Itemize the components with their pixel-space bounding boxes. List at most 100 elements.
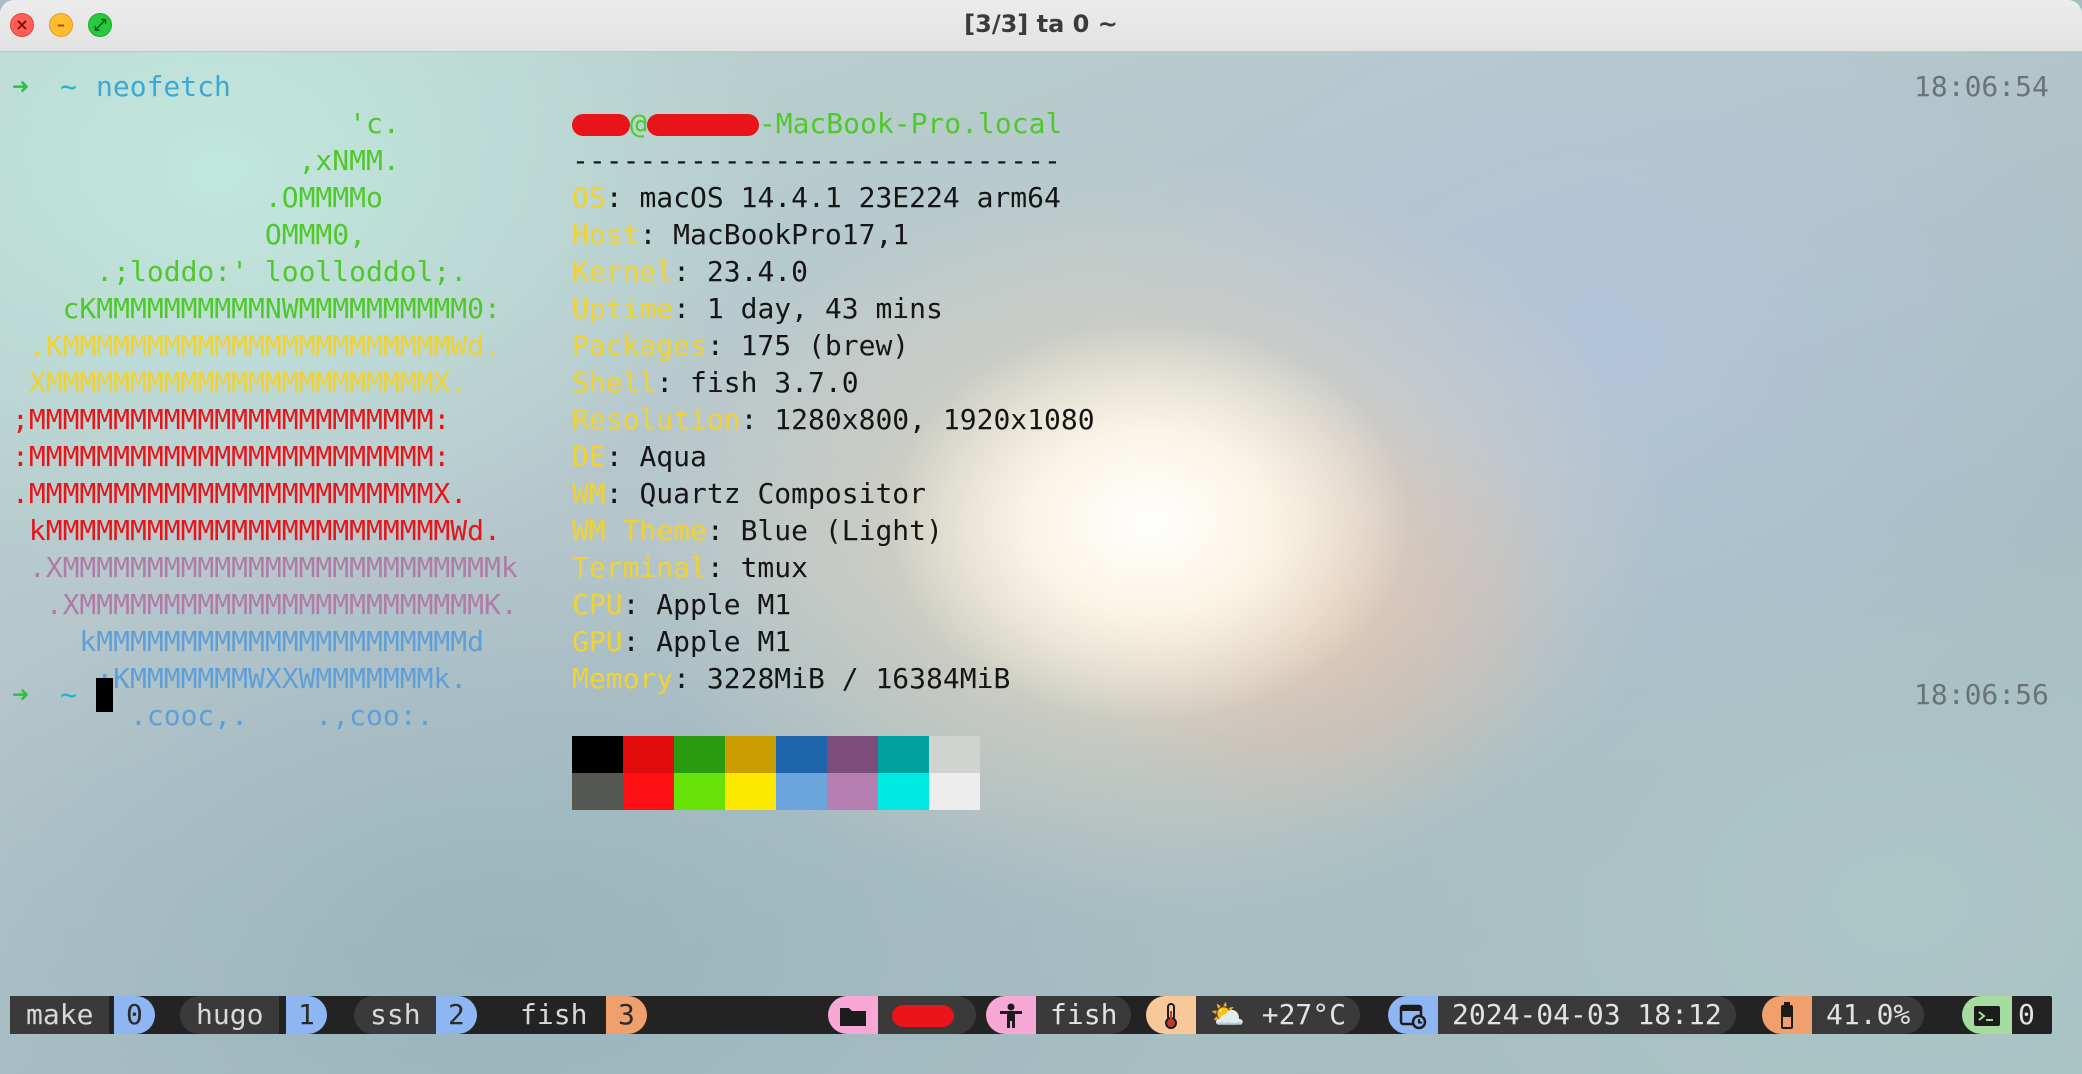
tmux-status-bar: make 0 hugo 1 ssh 2 fish 3 fish ⛅ +27°C — [10, 996, 2052, 1034]
text-cursor[interactable] — [96, 678, 113, 712]
ascii-art-line: .XMMMMMMMMMMMMMMMMMMMMMMMMMMk — [12, 551, 518, 584]
folder-icon — [828, 996, 878, 1034]
info-key: Packages — [572, 329, 707, 362]
battery-icon — [1762, 996, 1812, 1034]
info-value: fish 3.7.0 — [690, 366, 859, 399]
color-swatch — [929, 736, 980, 773]
color-swatch — [623, 773, 674, 810]
info-value: MacBookPro17,1 — [673, 218, 910, 251]
info-key: WM Theme — [572, 514, 707, 547]
info-line: Terminal: tmux — [572, 551, 809, 584]
info-value: Blue (Light) — [740, 514, 943, 547]
current-process: fish — [1036, 996, 1132, 1034]
ascii-art-line: ;MMMMMMMMMMMMMMMMMMMMMMMM: — [12, 403, 451, 436]
info-value: 1280x800, 1920x1080 — [774, 403, 1095, 436]
info-key: Memory — [572, 662, 674, 695]
ascii-art-line: :MMMMMMMMMMMMMMMMMMMMMMMM: — [12, 440, 451, 473]
prompt-time: 18:06:56 — [1914, 678, 2049, 711]
info-value: tmux — [740, 551, 809, 584]
ascii-art-line: ,xNMM. — [12, 144, 400, 177]
ascii-art-line: .XMMMMMMMMMMMMMMMMMMMMMMMMK. — [12, 588, 518, 621]
info-value: 175 (brew) — [740, 329, 910, 362]
palette-bright-row — [572, 773, 980, 810]
info-value: Quartz Compositor — [639, 477, 927, 510]
calendar-clock-icon — [1388, 996, 1438, 1034]
color-palette — [572, 736, 980, 810]
info-line: WM Theme: Blue (Light) — [572, 514, 943, 547]
info-value: 1 day, 43 mins — [706, 292, 943, 325]
prompt-arrow: ➜ — [12, 678, 29, 711]
info-line: DE: Aqua — [572, 440, 707, 473]
palette-normal-row — [572, 736, 980, 773]
info-line: Kernel: 23.4.0 — [572, 255, 809, 288]
info-key: Uptime — [572, 292, 674, 325]
color-swatch — [572, 773, 623, 810]
prompt-arrow: ➜ — [12, 70, 29, 103]
info-line: OS: macOS 14.4.1 23E224 arm64 — [572, 181, 1061, 214]
terminal-content[interactable]: ➜ ~ neofetch 18:06:54 'c. ,xNMM. .OMMMMo… — [0, 52, 2082, 1074]
info-line: Memory: 3228MiB / 16384MiB — [572, 662, 1011, 695]
info-value: Apple M1 — [656, 625, 792, 658]
color-swatch — [674, 773, 725, 810]
ascii-art-line: .KMMMMMMMMMMMMMMMMMMMMMMMWd. — [12, 329, 501, 362]
ascii-art-line: XMMMMMMMMMMMMMMMMMMMMMMMX. — [12, 366, 468, 399]
tmux-window-index[interactable]: 2 — [436, 996, 477, 1034]
separator-line: ----------------------------- — [572, 144, 1061, 177]
color-swatch — [572, 736, 623, 773]
title-bar: × – ⤢ [3/3] ta 0 ~ — [0, 0, 2082, 52]
session-count: 0 — [2018, 998, 2035, 1031]
info-key: Shell — [572, 366, 657, 399]
redacted-hostname — [646, 114, 759, 136]
current-directory — [878, 996, 976, 1034]
ascii-art-line: kMMMMMMMMMMMMMMMMMMMMMMd — [12, 625, 485, 658]
color-swatch — [878, 736, 929, 773]
info-line: GPU: Apple M1 — [572, 625, 792, 658]
info-line: WM: Quartz Compositor — [572, 477, 927, 510]
info-key: GPU — [572, 625, 623, 658]
battery-level: 41.0% — [1812, 996, 1925, 1034]
info-key: OS — [572, 181, 606, 214]
ascii-art-line: cKMMMMMMMMMMNWMMMMMMMMMM0: — [12, 292, 501, 325]
ascii-art-line: .OMMMMo — [12, 181, 383, 214]
info-value: 23.4.0 — [706, 255, 809, 288]
ascii-art-line: OMMM0, — [12, 218, 367, 251]
info-key: DE — [572, 440, 606, 473]
tmux-window-index[interactable]: 0 — [114, 996, 155, 1034]
color-swatch — [878, 773, 929, 810]
info-value: 3228MiB / 16384MiB — [706, 662, 1011, 695]
thermometer-icon — [1146, 996, 1196, 1034]
info-value: Apple M1 — [656, 588, 792, 621]
command-text: neofetch — [96, 70, 231, 103]
info-key: Host — [572, 218, 640, 251]
tmux-window-index[interactable]: 1 — [286, 996, 327, 1034]
window-title: [3/3] ta 0 ~ — [964, 10, 1118, 38]
redacted-directory — [892, 1005, 954, 1027]
ascii-art-line: ;KMMMMMMMWXXWMMMMMMMk. — [12, 662, 468, 695]
color-swatch — [776, 773, 827, 810]
tmux-window-name[interactable]: hugo — [180, 996, 280, 1034]
info-value: macOS 14.4.1 23E224 arm64 — [639, 181, 1061, 214]
info-key: Terminal — [572, 551, 707, 584]
ascii-art-line: .;loddo:' loolloddol;. — [12, 255, 468, 288]
info-line: Packages: 175 (brew) — [572, 329, 910, 362]
info-value: Aqua — [639, 440, 707, 473]
terminal-icon — [1962, 996, 2012, 1034]
ascii-art-line: .cooc,. .,coo:. — [12, 699, 434, 732]
info-line: Host: MacBookPro17,1 — [572, 218, 910, 251]
tmux-window-name-current[interactable]: fish — [504, 996, 603, 1034]
person-icon — [986, 996, 1036, 1034]
info-line: Uptime: 1 day, 43 mins — [572, 292, 943, 325]
info-line: Shell: fish 3.7.0 — [572, 366, 859, 399]
info-key: CPU — [572, 588, 623, 621]
ascii-art-line: kMMMMMMMMMMMMMMMMMMMMMMMMWd. — [12, 514, 501, 547]
color-swatch — [674, 736, 725, 773]
ascii-art-line: 'c. — [12, 107, 400, 140]
host-domain: -MacBook-Pro.local — [758, 107, 1063, 140]
weather-status: ⛅ +27°C — [1196, 996, 1361, 1034]
info-key: Kernel — [572, 255, 674, 288]
info-line: Resolution: 1280x800, 1920x1080 — [572, 403, 1095, 436]
tmux-window-index-current[interactable]: 3 — [606, 996, 647, 1034]
redacted-user — [572, 114, 630, 136]
tmux-window-name[interactable]: make — [10, 996, 110, 1034]
tmux-window-name[interactable]: ssh — [354, 996, 437, 1034]
